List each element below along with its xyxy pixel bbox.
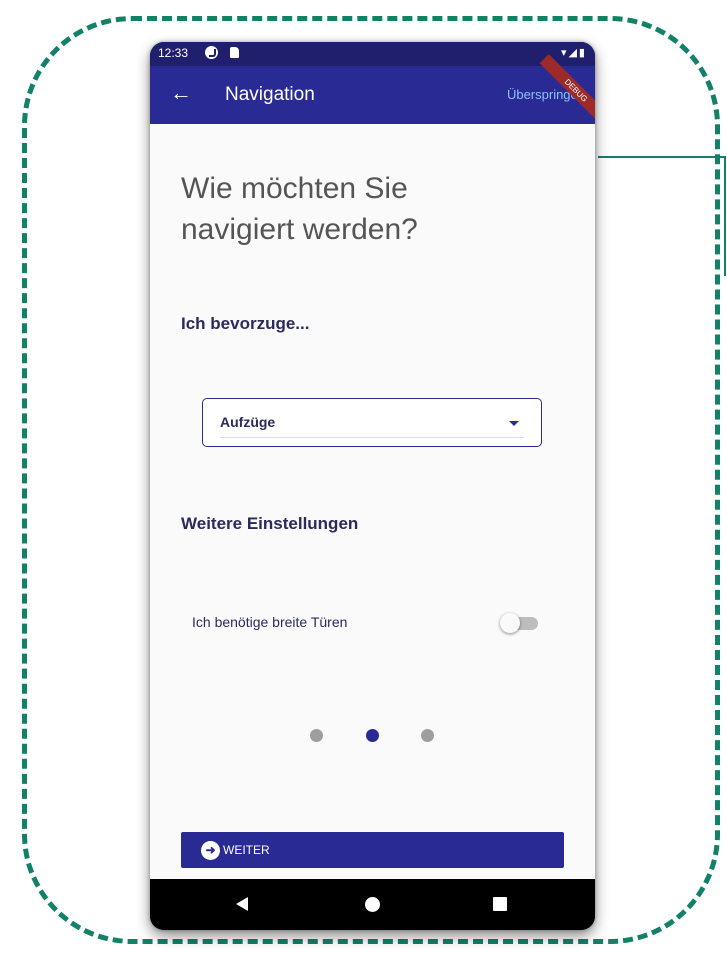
- status-time: 12:33: [158, 46, 189, 60]
- connector-line: [598, 156, 726, 158]
- back-arrow-icon[interactable]: ←: [170, 80, 192, 106]
- nav-back-icon[interactable]: [236, 897, 248, 911]
- sd-card-icon: [230, 47, 239, 58]
- page-dot-1: [310, 729, 323, 742]
- page-dot-3: [421, 729, 434, 742]
- phone-screen: 12:33 ▾◢▮ ← Navigation Überspringen DEBU…: [150, 42, 595, 930]
- question-heading: Wie möchten Sie navigiert werden?: [181, 172, 418, 246]
- next-button-label: WEITER: [223, 843, 270, 857]
- dropdown-caret-icon: [509, 421, 519, 426]
- system-nav-bar: [150, 879, 595, 930]
- toggle-knob[interactable]: [500, 613, 520, 633]
- dropdown-underline: [220, 437, 524, 438]
- wide-doors-label: Ich benötige breite Türen: [192, 614, 348, 630]
- g-icon: [205, 46, 218, 59]
- nav-home-icon[interactable]: [365, 897, 380, 912]
- main-content: Wie möchten Sie navigiert werden? Ich be…: [150, 124, 595, 879]
- wifi-signal-battery-icon: ▾◢▮: [560, 47, 587, 59]
- status-bar: 12:33 ▾◢▮: [150, 42, 595, 66]
- arrow-circle-icon: ➜: [201, 841, 220, 860]
- next-button[interactable]: ➜ WEITER: [181, 832, 564, 868]
- preference-dropdown[interactable]: Aufzüge: [202, 398, 542, 447]
- connector-line-vertical: [724, 156, 726, 276]
- page-dot-2-active: [366, 729, 379, 742]
- app-bar: ← Navigation Überspringen DEBUG: [150, 54, 595, 127]
- page-title: Navigation: [225, 84, 315, 105]
- settings-label: Weitere Einstellungen: [181, 514, 359, 533]
- nav-recents-icon[interactable]: [493, 897, 507, 911]
- dropdown-value: Aufzüge: [220, 414, 276, 430]
- prefer-label: Ich bevorzuge...: [181, 314, 310, 333]
